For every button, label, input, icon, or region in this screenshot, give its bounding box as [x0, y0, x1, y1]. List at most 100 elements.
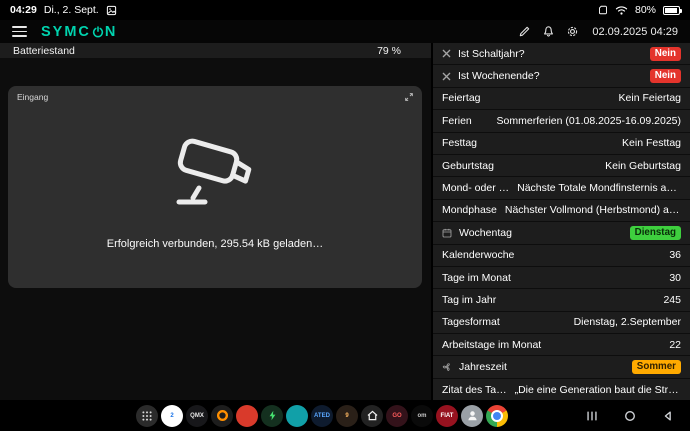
- status-badge: Dienstag: [630, 226, 681, 240]
- variable-row[interactable]: TagesformatDienstag, 2.September: [433, 312, 690, 333]
- home-button[interactable]: [624, 410, 636, 422]
- variable-row[interactable]: Ist Wochenende? Nein: [433, 65, 690, 86]
- content-area: Batteriestand 79 % Eingang: [0, 43, 690, 400]
- app-teal[interactable]: [286, 405, 308, 427]
- android-status-bar: 04:29 Di., 2. Sept. 80%: [0, 0, 690, 20]
- variable-row[interactable]: Kalenderwoche 36: [433, 245, 690, 266]
- status-time: 04:29: [10, 4, 37, 16]
- calendar-icon: [442, 228, 452, 238]
- x-icon: [442, 49, 451, 58]
- symcon-logo: SYMC N: [41, 24, 117, 40]
- tablet-screen: 04:29 Di., 2. Sept. 80% SYMC: [0, 0, 690, 431]
- row-label: Jahreszeit: [459, 361, 507, 373]
- row-value: 36: [669, 249, 681, 261]
- app-red[interactable]: [236, 405, 258, 427]
- menu-icon[interactable]: [12, 26, 27, 36]
- variable-row[interactable]: Wochentag Dienstag: [433, 222, 690, 243]
- variable-row[interactable]: Ist Schaltjahr? Nein: [433, 43, 690, 64]
- camera-card[interactable]: Eingang Erfolgreich verbunden, 295.54 kB: [8, 86, 422, 288]
- app-messages[interactable]: 2: [161, 405, 183, 427]
- camera-icon: [165, 132, 265, 214]
- app-energy[interactable]: [261, 405, 283, 427]
- row-value: Kein Geburtstag: [605, 160, 681, 172]
- app-smarthome[interactable]: [361, 405, 383, 427]
- logo-text-right: N: [105, 24, 117, 40]
- app-go[interactable]: GO: [386, 405, 408, 427]
- row-label: Ist Wochenende?: [458, 70, 540, 82]
- variables-list: Ist Schaltjahr? Nein Ist Wochenende? Nein Fe…: [433, 43, 690, 400]
- recents-button[interactable]: [586, 410, 598, 422]
- logo-text-left: SYMC: [41, 24, 91, 40]
- row-value: Kein Feiertag: [619, 92, 681, 104]
- variable-row[interactable]: Mond- oder … Nächste Totale Mondfinsterni…: [433, 177, 690, 198]
- dashboard-panel: Batteriestand 79 % Eingang: [0, 43, 433, 400]
- gear-icon[interactable]: [566, 25, 579, 38]
- row-label: Ferien: [442, 115, 472, 127]
- row-label: Mond- oder …: [442, 182, 509, 194]
- status-date: Di., 2. Sept.: [44, 4, 99, 16]
- taskbar-apps: 2QMX ATED9 GOomFIAT: [136, 405, 508, 427]
- fan-icon: [442, 362, 452, 372]
- header-datetime: 02.09.2025 04:29: [592, 26, 678, 38]
- row-value: Nächster Vollmond (Herbstmond) am 07…: [505, 204, 681, 216]
- app-drawer-button[interactable]: [136, 405, 158, 427]
- row-label: Kalenderwoche: [442, 249, 514, 261]
- variable-row[interactable]: Tag im Jahr 245: [433, 289, 690, 310]
- row-value: Sommerferien (01.08.2025-16.09.2025): [497, 115, 681, 127]
- variable-row[interactable]: Ferien Sommerferien (01.08.2025-16.09.202…: [433, 110, 690, 131]
- app-chrome[interactable]: [486, 405, 508, 427]
- variable-row[interactable]: Festtag Kein Festtag: [433, 133, 690, 154]
- variable-row[interactable]: Arbeitstage im Monat22: [433, 334, 690, 355]
- app-om[interactable]: om: [411, 405, 433, 427]
- variable-row[interactable]: Mondphase Nächster Vollmond (Herbstmond) …: [433, 200, 690, 221]
- screenshot-icon: [106, 5, 117, 16]
- row-label: Tagesformat: [442, 316, 500, 328]
- row-label: Festtag: [442, 137, 477, 149]
- app-fiat[interactable]: FIAT: [436, 405, 458, 427]
- back-button[interactable]: [662, 410, 674, 422]
- row-label: Feiertag: [442, 92, 481, 104]
- row-label: Arbeitstage im Monat: [442, 339, 541, 351]
- app-orange-ring[interactable]: [211, 405, 233, 427]
- status-badge: Nein: [650, 69, 681, 83]
- variable-row[interactable]: Tage im Monat 30: [433, 267, 690, 288]
- row-label: Ist Schaltjahr?: [458, 48, 525, 60]
- battery-row-value: 79 %: [377, 45, 401, 57]
- bell-icon[interactable]: [542, 25, 555, 38]
- row-label: Mondphase: [442, 204, 497, 216]
- camera-card-title: Eingang: [17, 92, 48, 102]
- row-label: Wochentag: [459, 227, 512, 239]
- status-badge: Nein: [650, 47, 681, 61]
- battery-percent: 80%: [635, 4, 656, 16]
- app-ated[interactable]: ATED: [311, 405, 333, 427]
- row-label: Zitat des Ta…: [442, 384, 507, 396]
- row-value: „Die eine Generation baut die Straße, a…: [515, 384, 681, 396]
- row-label: Tag im Jahr: [442, 294, 496, 306]
- app-contacts[interactable]: [461, 405, 483, 427]
- app-nine[interactable]: 9: [336, 405, 358, 427]
- navigation-buttons: [586, 410, 674, 422]
- battery-level-row[interactable]: Batteriestand 79 %: [0, 43, 431, 58]
- row-value: 30: [669, 272, 681, 284]
- row-value: 245: [663, 294, 681, 306]
- variable-row[interactable]: Jahreszeit Sommer: [433, 356, 690, 377]
- row-label: Tage im Monat: [442, 272, 511, 284]
- sd-card-icon: [598, 5, 608, 15]
- variable-row[interactable]: Feiertag Kein Feiertag: [433, 88, 690, 109]
- power-icon: [92, 26, 104, 38]
- edit-icon[interactable]: [518, 25, 531, 38]
- camera-status-text: Erfolgreich verbunden, 295.54 kB geladen…: [107, 238, 323, 250]
- battery-row-label: Batteriestand: [13, 45, 75, 57]
- status-badge: Sommer: [632, 360, 681, 374]
- row-value: Nächste Totale Mondfinsternis am 07.09…: [517, 182, 681, 194]
- x-icon: [442, 72, 451, 81]
- battery-icon: [663, 6, 680, 15]
- expand-icon[interactable]: [404, 92, 414, 102]
- variable-row[interactable]: Zitat des Ta… „Die eine Generation baut d…: [433, 379, 690, 400]
- variable-row[interactable]: Geburtstag Kein Geburtstag: [433, 155, 690, 176]
- android-taskbar: 2QMX ATED9 GOomFIAT: [0, 400, 690, 431]
- row-value: Kein Festtag: [622, 137, 681, 149]
- row-label: Geburtstag: [442, 160, 494, 172]
- wifi-icon: [615, 5, 628, 16]
- app-qmx[interactable]: QMX: [186, 405, 208, 427]
